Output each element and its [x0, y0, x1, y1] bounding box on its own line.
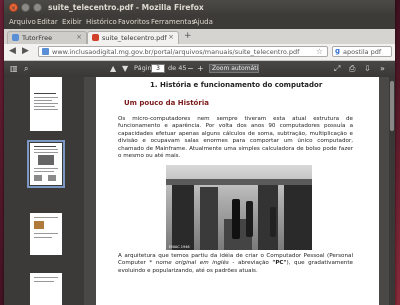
zoom-select[interactable]: Zoom automático	[209, 64, 259, 73]
page-total: de 45	[168, 64, 187, 72]
document-paragraph-2: A arquitetura que temos partiu da idéia …	[118, 253, 353, 275]
window-title: suite_telecentro.pdf - Mozilla Firefox	[48, 3, 204, 12]
fullscreen-icon[interactable]: ⤢	[334, 63, 340, 74]
pdf-viewer[interactable]: 1. História e funcionamento do computado…	[84, 77, 395, 305]
menu-item-editar[interactable]: Editar	[37, 18, 58, 26]
document-heading: 1. História e funcionamento do computado…	[150, 81, 323, 89]
google-search-icon: g	[335, 47, 341, 55]
vertical-scrollbar[interactable]	[389, 77, 395, 305]
pdf-favicon-icon	[92, 34, 99, 41]
new-tab-button[interactable]: +	[184, 31, 192, 41]
menu-item-ferramentas[interactable]: Ferramentas	[151, 18, 195, 26]
menu-item-arquivo[interactable]: Arquivo	[9, 18, 36, 26]
page-thumbnail-2[interactable]	[30, 89, 62, 131]
document-subheading: Um pouco da História	[124, 99, 209, 107]
toggle-sidebar-icon[interactable]: ▥	[10, 63, 18, 74]
thumbnail-sidebar	[4, 77, 84, 305]
title-bar: × suite_telecentro.pdf - Mozilla Firefox	[4, 0, 395, 16]
download-icon[interactable]: ⇩	[364, 63, 371, 74]
bookmark-star-icon[interactable]: ☆	[316, 47, 323, 56]
document-paragraph-1: Os micro-computadores nem sempre tiveram…	[118, 116, 353, 160]
url-text: www.inclusaodigital.mg.gov.br/portal/arq…	[52, 48, 300, 56]
paragraph-2-emphasis: * nome original em inglês	[149, 260, 229, 267]
search-text: apostila pdf	[343, 48, 382, 56]
tab-label: TutorFree	[22, 34, 53, 42]
page-thumbnail-5[interactable]	[30, 273, 62, 305]
tools-icon[interactable]: »	[380, 63, 385, 74]
page-number-input[interactable]: 3	[151, 64, 165, 73]
page-thumbnail-4[interactable]	[30, 213, 62, 255]
menu-bar: Arquivo Editar Exibir Histórico Favorito…	[4, 16, 395, 29]
close-tab-icon[interactable]: ×	[76, 33, 82, 41]
close-tab-icon[interactable]: ×	[168, 33, 174, 41]
zoom-out-icon[interactable]: −	[187, 63, 194, 74]
pdf-page: 1. História e funcionamento do computado…	[96, 77, 379, 305]
menu-item-exibir[interactable]: Exibir	[62, 18, 82, 26]
tab-suite-telecentro[interactable]: suite_telecentro.pdf ×	[87, 31, 179, 44]
search-input[interactable]: g apostila pdf	[332, 46, 392, 57]
next-page-icon[interactable]: ▼	[122, 63, 128, 74]
previous-page-icon[interactable]: ▲	[110, 63, 116, 74]
maximize-window-button[interactable]	[33, 3, 42, 12]
minimize-window-button[interactable]	[21, 3, 30, 12]
firefox-window: × suite_telecentro.pdf - Mozilla Firefox…	[4, 0, 395, 305]
zoom-in-icon[interactable]: +	[197, 63, 204, 74]
tutorfree-favicon-icon	[12, 34, 19, 41]
eniac-photo: ENIAC 1946	[166, 165, 312, 250]
close-window-button[interactable]: ×	[9, 3, 18, 12]
url-bar[interactable]: www.inclusaodigital.mg.gov.br/portal/arq…	[38, 46, 328, 57]
print-icon[interactable]: ⎙	[349, 63, 355, 74]
back-button[interactable]: ◀	[9, 46, 16, 57]
paragraph-2-strong: "PC"	[272, 260, 287, 267]
paragraph-2-text: - abreviação	[232, 260, 269, 267]
pdf-toolbar: ▥ ⌕ ▲ ▼ Página: 3 de 45 − + Zoom automát…	[4, 61, 395, 77]
scrollbar-thumb[interactable]	[390, 81, 394, 131]
find-icon[interactable]: ⌕	[24, 63, 28, 74]
page-thumbnail-3-selected[interactable]	[27, 140, 65, 188]
tab-tutorfree[interactable]: TutorFree ×	[7, 31, 87, 44]
site-identity-icon	[42, 48, 49, 55]
photo-caption: ENIAC 1946	[169, 245, 190, 249]
menu-item-favoritos[interactable]: Favoritos	[118, 18, 150, 26]
navigation-bar: ◀ ▶ www.inclusaodigital.mg.gov.br/portal…	[4, 44, 395, 61]
menu-item-historico[interactable]: Histórico	[86, 18, 117, 26]
tab-label: suite_telecentro.pdf	[102, 34, 167, 42]
forward-button[interactable]: ▶	[22, 46, 29, 57]
tab-bar: TutorFree × suite_telecentro.pdf × +	[4, 29, 395, 45]
menu-item-ajuda[interactable]: Ajuda	[193, 18, 213, 26]
